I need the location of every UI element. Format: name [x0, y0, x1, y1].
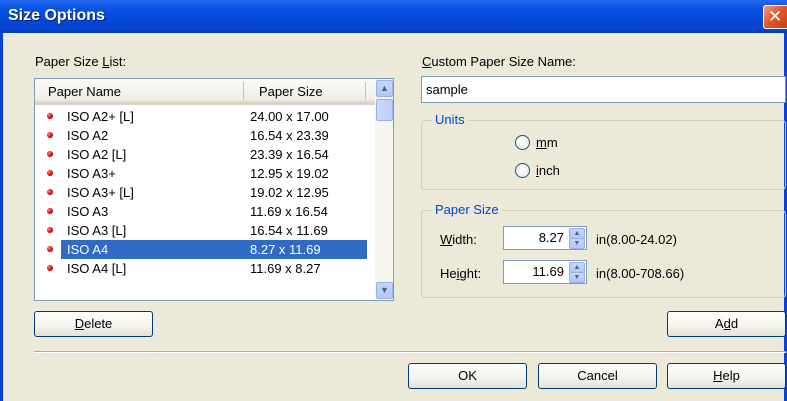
paper-name: ISO A2 — [67, 128, 109, 143]
cancel-button[interactable]: Cancel — [538, 363, 657, 389]
column-divider[interactable] — [243, 82, 244, 100]
height-value: 11.69 — [532, 264, 564, 279]
chevron-down-icon: ▼ — [573, 274, 581, 281]
add-button[interactable]: Add — [667, 311, 786, 337]
scroll-thumb[interactable] — [376, 99, 393, 121]
list-item-selected[interactable]: ISO A4 8.27 x 11.69 — [35, 240, 375, 259]
units-group: Units — [421, 112, 786, 190]
bullet-icon — [47, 265, 53, 271]
chevron-down-icon: ▼ — [573, 240, 581, 247]
bullet-icon — [47, 170, 53, 176]
width-label: Width: — [440, 232, 477, 247]
width-spinner[interactable]: 8.27 ▲ ▼ — [503, 226, 587, 250]
scroll-down-button[interactable]: ▼ — [376, 282, 393, 299]
chevron-up-icon: ▲ — [573, 230, 581, 237]
paper-size-group: Paper Size — [421, 202, 786, 298]
paper-name: ISO A4 [L] — [67, 261, 127, 276]
vertical-scrollbar[interactable]: ▲ ▼ — [375, 79, 393, 300]
mm-radio[interactable] — [515, 135, 530, 150]
units-group-title: Units — [432, 112, 468, 127]
paper-name: ISO A4 — [67, 242, 109, 257]
list-item[interactable]: ISO A2+ [L] 24.00 x 17.00 — [35, 107, 375, 126]
paper-size: 11.69 x 16.54 — [250, 204, 328, 219]
delete-button[interactable]: Delete — [34, 311, 153, 337]
list-item[interactable]: ISO A3+ 12.95 x 19.02 — [35, 164, 375, 183]
bullet-icon — [47, 246, 53, 252]
column-header-paper-size[interactable]: Paper Size — [259, 84, 323, 99]
chevron-up-icon: ▲ — [573, 264, 581, 271]
list-item[interactable]: ISO A3 [L] 16.54 x 11.69 — [35, 221, 375, 240]
paper-size: 16.54 x 11.69 — [250, 223, 328, 238]
width-value: 8.27 — [538, 230, 564, 245]
list-item[interactable]: ISO A2 16.54 x 23.39 — [35, 126, 375, 145]
paper-size: 11.69 x 8.27 — [250, 261, 321, 276]
paper-size-list[interactable]: Paper Name Paper Size ISO A2+ [L] 24.00 … — [34, 78, 394, 301]
height-range-label: in(8.00-708.66) — [596, 266, 685, 281]
chevron-down-icon: ▼ — [380, 285, 389, 295]
column-divider[interactable] — [365, 82, 366, 100]
paper-size: 23.39 x 16.54 — [250, 147, 329, 162]
paper-size: 19.02 x 12.95 — [250, 185, 329, 200]
chevron-up-icon: ▲ — [380, 83, 389, 93]
bullet-icon — [47, 189, 53, 195]
list-header: Paper Name Paper Size — [35, 79, 375, 105]
paper-size: 24.00 x 17.00 — [250, 109, 329, 124]
list-item[interactable]: ISO A3 11.69 x 16.54 — [35, 202, 375, 221]
custom-name-label: Custom Paper Size Name: — [422, 54, 576, 69]
help-button[interactable]: Help — [667, 363, 786, 389]
bullet-icon — [47, 132, 53, 138]
height-spinner[interactable]: 11.69 ▲ ▼ — [503, 260, 587, 284]
inch-label[interactable]: inch — [536, 163, 560, 178]
paper-name: ISO A3+ [L] — [67, 185, 134, 200]
close-button[interactable]: ✕ — [763, 5, 787, 29]
size-options-dialog: Size Options ✕ Paper Size List: Paper Na… — [0, 0, 787, 401]
list-item[interactable]: ISO A2 [L] 23.39 x 16.54 — [35, 145, 375, 164]
paper-name: ISO A2 [L] — [67, 147, 127, 162]
paper-size-list-label: Paper Size List: — [35, 54, 127, 69]
list-item[interactable]: ISO A3+ [L] 19.02 x 12.95 — [35, 183, 375, 202]
paper-size: 8.27 x 11.69 — [250, 242, 321, 257]
bullet-icon — [47, 227, 53, 233]
paper-name: ISO A3+ — [67, 166, 116, 181]
paper-size: 16.54 x 23.39 — [250, 128, 329, 143]
custom-name-input[interactable]: sample — [421, 76, 786, 103]
paper-name: ISO A2+ [L] — [67, 109, 134, 124]
width-range-label: in(8.00-24.02) — [596, 232, 677, 247]
inch-radio[interactable] — [515, 163, 530, 178]
paper-name: ISO A3 — [67, 204, 109, 219]
height-label: Height: — [440, 266, 482, 281]
width-decrement-button[interactable]: ▼ — [569, 238, 585, 249]
paper-size-group-title: Paper Size — [432, 202, 502, 217]
scroll-up-button[interactable]: ▲ — [376, 80, 393, 97]
height-decrement-button[interactable]: ▼ — [569, 272, 585, 283]
paper-name: ISO A3 [L] — [67, 223, 127, 238]
close-icon: ✕ — [768, 7, 783, 27]
column-header-paper-name[interactable]: Paper Name — [48, 84, 121, 99]
title-bar: Size Options ✕ — [0, 0, 787, 33]
dialog-title: Size Options — [8, 7, 105, 24]
bullet-icon — [47, 151, 53, 157]
bullet-icon — [47, 208, 53, 214]
bullet-icon — [47, 113, 53, 119]
ok-button[interactable]: OK — [408, 363, 527, 389]
separator — [34, 351, 786, 353]
list-item[interactable]: ISO A4 [L] 11.69 x 8.27 — [35, 259, 375, 278]
custom-name-value: sample — [426, 82, 468, 97]
paper-size: 12.95 x 19.02 — [250, 166, 329, 181]
mm-label[interactable]: mm — [536, 135, 558, 150]
